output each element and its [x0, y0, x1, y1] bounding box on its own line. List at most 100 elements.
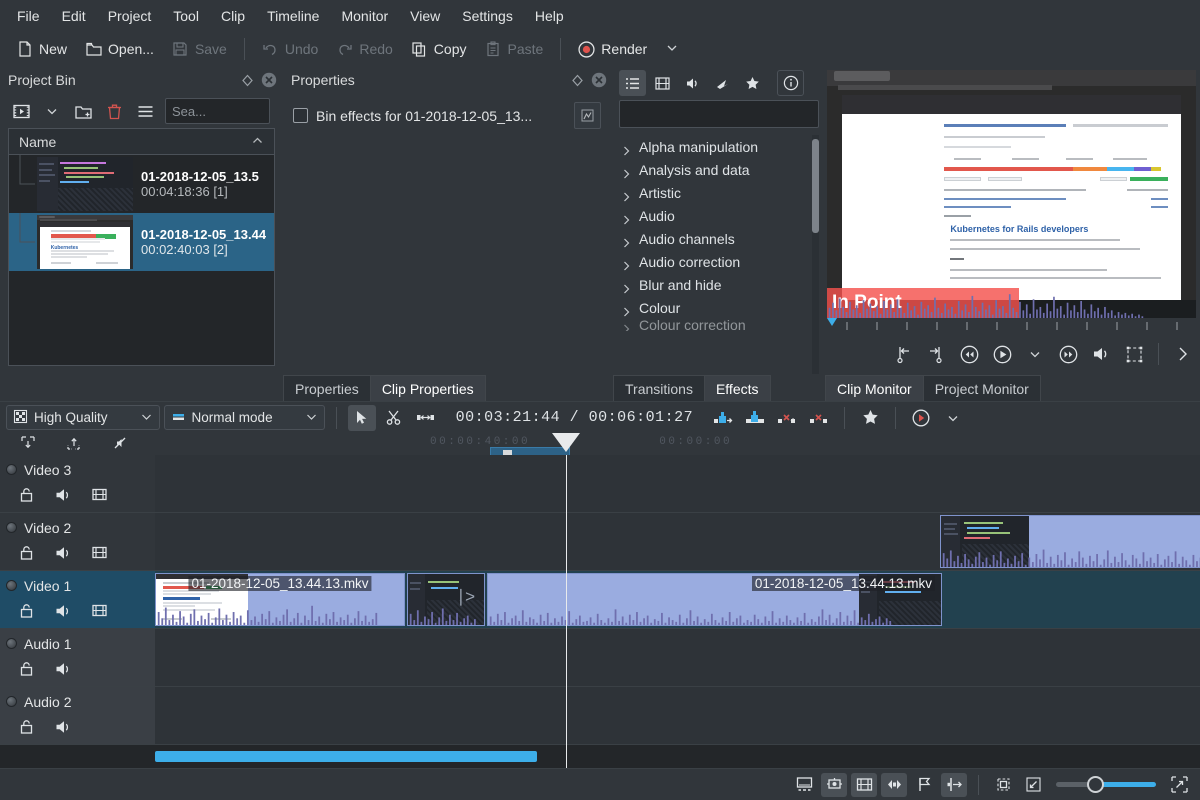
timeline-preview-toggle-button[interactable] [791, 773, 817, 797]
tab-transitions[interactable]: Transitions [613, 375, 705, 401]
track-body-video-1[interactable]: 01-2018-12-05_13.44.13.mkv [155, 571, 1200, 628]
close-icon[interactable] [590, 72, 607, 89]
delete-clip-button[interactable] [101, 99, 127, 124]
track-row[interactable]: Video 3 [0, 455, 1200, 513]
monitor-overflow-chevron-right-icon[interactable] [1172, 343, 1194, 365]
rewind-button[interactable] [958, 343, 980, 365]
paste-button[interactable]: Paste [476, 38, 551, 61]
project-bin-list[interactable]: Name [8, 128, 275, 366]
effects-audio-filter-button[interactable] [679, 70, 706, 96]
play-button[interactable] [991, 343, 1013, 365]
hide-video-icon[interactable] [91, 602, 108, 622]
menu-edit[interactable]: Edit [51, 4, 97, 28]
render-button[interactable]: Render [570, 38, 655, 61]
lock-icon[interactable] [18, 718, 35, 738]
mute-icon[interactable] [54, 660, 72, 681]
tab-effects[interactable]: Effects [704, 375, 771, 401]
hide-video-icon[interactable] [91, 544, 108, 564]
new-button[interactable]: New [8, 38, 75, 61]
track-row[interactable]: Audio 2 [0, 687, 1200, 745]
mute-icon[interactable] [54, 602, 72, 623]
lift-zone-button[interactable] [805, 405, 833, 431]
lock-icon[interactable] [18, 602, 35, 622]
chevron-right-icon[interactable] [623, 281, 631, 289]
track-body-audio-2[interactable] [155, 687, 1200, 744]
timeline-preview-button[interactable] [907, 405, 935, 431]
zoom-slider-knob[interactable] [1087, 776, 1104, 793]
quality-chevron-down-icon[interactable] [140, 410, 153, 426]
effects-category-item[interactable]: Blur and hide [619, 273, 819, 296]
track-record-led-icon[interactable] [6, 580, 17, 591]
zoom-in-button[interactable] [1166, 773, 1192, 797]
bin-effects-checkbox[interactable] [293, 108, 308, 123]
set-zone-in-button[interactable] [892, 343, 914, 365]
timeline-clip[interactable]: ∣> [407, 573, 485, 626]
tab-clip-monitor[interactable]: Clip Monitor [825, 375, 924, 401]
effects-category-item[interactable]: Colour correction [619, 319, 819, 331]
track-header-video-1[interactable]: Video 1 [0, 571, 155, 628]
render-dropdown-chevron-icon[interactable] [665, 41, 679, 58]
effects-custom-filter-button[interactable] [709, 70, 736, 96]
lock-icon[interactable] [18, 660, 35, 680]
overwrite-zone-in-timeline-button[interactable] [741, 405, 769, 431]
add-clip-dropdown-chevron-icon[interactable] [39, 99, 65, 124]
track-row[interactable]: Video 1 01-2018-12-05_13.44.13.mkv [0, 571, 1200, 629]
spacer-tool-button[interactable] [412, 405, 440, 431]
chevron-right-icon[interactable] [623, 258, 631, 266]
effects-scrollbar-thumb[interactable] [812, 139, 819, 233]
preview-quality-combo[interactable]: High Quality [6, 405, 160, 430]
timeline-clip[interactable]: 01-2018-12-05_13.44.13.mkv [487, 573, 942, 626]
effects-category-list[interactable]: Alpha manipulation Analysis and data Art… [619, 135, 819, 374]
edit-mode-chevron-down-icon[interactable] [305, 410, 318, 426]
timecode-display[interactable]: 00:03:21:44 / 00:06:01:27 [444, 409, 706, 426]
hide-video-icon[interactable] [91, 486, 108, 506]
monitor-timeline-ruler[interactable] [827, 318, 1196, 334]
track-header-audio-2[interactable]: Audio 2 [0, 687, 155, 744]
menu-clip[interactable]: Clip [210, 4, 256, 28]
play-options-chevron-down-icon[interactable] [1024, 343, 1046, 365]
save-button[interactable]: Save [164, 38, 235, 61]
effects-video-filter-button[interactable] [649, 70, 676, 96]
monitor-playhead[interactable] [827, 318, 837, 326]
track-record-led-icon[interactable] [6, 696, 17, 707]
effects-category-item[interactable]: Audio [619, 204, 819, 227]
menu-help[interactable]: Help [524, 4, 575, 28]
chevron-right-icon[interactable] [623, 166, 631, 174]
close-icon[interactable] [260, 72, 277, 89]
timeline-playhead[interactable] [566, 455, 567, 768]
timeline-hscrollbar[interactable] [155, 751, 1194, 762]
add-clip-button[interactable] [8, 99, 34, 124]
undo-button[interactable]: Undo [254, 38, 326, 61]
mute-icon[interactable] [54, 718, 72, 739]
show-markers-button[interactable] [881, 773, 907, 797]
effects-category-item[interactable]: Analysis and data [619, 158, 819, 181]
selection-tool-button[interactable] [348, 405, 376, 431]
insert-zone-in-timeline-button[interactable] [709, 405, 737, 431]
forward-button[interactable] [1057, 343, 1079, 365]
menu-monitor[interactable]: Monitor [330, 4, 399, 28]
chevron-right-icon[interactable] [623, 143, 631, 151]
show-guides-button[interactable] [911, 773, 937, 797]
bin-search-input[interactable]: Sea... [165, 98, 270, 124]
track-record-led-icon[interactable] [6, 638, 17, 649]
track-header-video-2[interactable]: Video 2 [0, 513, 155, 570]
extract-zone-button[interactable] [773, 405, 801, 431]
expand-tracks-icon[interactable] [66, 435, 82, 454]
track-record-led-icon[interactable] [6, 464, 17, 475]
tab-properties[interactable]: Properties [283, 375, 371, 401]
track-header-video-3[interactable]: Video 3 [0, 455, 155, 512]
track-body-audio-1[interactable] [155, 629, 1200, 686]
effects-info-button[interactable] [777, 70, 804, 96]
menu-view[interactable]: View [399, 4, 451, 28]
chevron-right-icon[interactable] [623, 212, 631, 220]
list-item[interactable]: 01-2018-12-05_13.5 00:04:18:36 [1] [9, 155, 274, 213]
bin-menu-button[interactable] [132, 99, 158, 124]
list-item[interactable]: Kubernetes 01-2018-12-05_13.44 [9, 213, 274, 271]
timeline-ruler[interactable]: 00:00:40:00 00:00:00 [0, 433, 1200, 455]
copy-button[interactable]: Copy [403, 38, 475, 61]
bin-column-header[interactable]: Name [9, 129, 274, 155]
track-row[interactable]: Audio 1 [0, 629, 1200, 687]
effects-category-item[interactable]: Artistic [619, 181, 819, 204]
timeline-zoom-slider[interactable] [1056, 773, 1156, 797]
effect-stack-button[interactable] [574, 102, 601, 129]
